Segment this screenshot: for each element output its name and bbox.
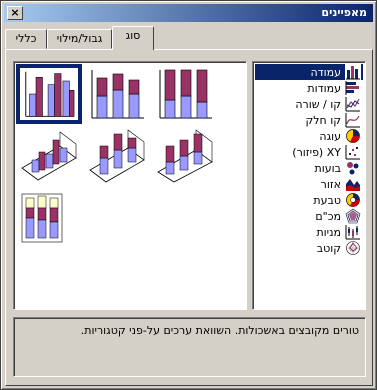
list-item-smooth-line[interactable]: קו חלק: [255, 112, 363, 128]
subtype-clustered-column[interactable]: [16, 64, 82, 124]
list-item-label: קו / שורה: [295, 97, 341, 111]
subtype-stacked-column[interactable]: [86, 66, 148, 122]
list-item-label: קוטב: [316, 241, 341, 255]
list-item-bar[interactable]: עמודות: [255, 80, 363, 96]
list-item-radar[interactable]: מכ"ם: [255, 208, 363, 224]
subtype-clustered-column-3d[interactable]: [18, 128, 80, 184]
list-item-label: עוגה: [319, 129, 341, 143]
polar-chart-icon: [346, 241, 360, 255]
title-bar: מאפיינים ×: [4, 4, 373, 22]
tab-type[interactable]: סוג: [112, 26, 154, 50]
area-chart-icon: [346, 179, 360, 191]
list-item-label: אזור: [320, 177, 341, 191]
chart-type-description: טורים מקובצים באשכולות. השוואת ערכים על-…: [13, 317, 366, 377]
chart-type-list: עמודה עמודות קו / שורה קו חלק עוגה XY (פ…: [252, 61, 366, 310]
list-item-label: טבעת: [313, 193, 341, 207]
properties-dialog: מאפיינים × כללי גבול/מילוי סוג עמודה עמו…: [0, 0, 377, 390]
list-item-bubble[interactable]: בועות: [255, 160, 363, 176]
doughnut-chart-icon: [346, 193, 360, 207]
subtype-percent-stacked-column[interactable]: [154, 66, 216, 122]
stock-chart-icon: [345, 225, 360, 240]
subtype-percent-stacked-column-3d[interactable]: [154, 128, 216, 184]
subtype-column-3d[interactable]: [18, 190, 80, 246]
column-chart-icon: [345, 64, 361, 80]
list-item-label: עמודה: [310, 65, 341, 79]
radar-chart-icon: [345, 208, 361, 224]
description-text: טורים מקובצים באשכולות. השוואת ערכים על-…: [80, 324, 359, 337]
list-item-column[interactable]: עמודה: [255, 64, 363, 80]
dialog-title: מאפיינים: [321, 6, 367, 19]
list-item-polar[interactable]: קוטב: [255, 240, 363, 256]
smooth-line-chart-icon: [345, 113, 360, 128]
list-item-label: קו חלק: [305, 113, 341, 127]
pie-chart-icon: [346, 129, 360, 143]
list-item-doughnut[interactable]: טבעת: [255, 192, 363, 208]
list-item-stock[interactable]: מניות: [255, 224, 363, 240]
list-item-label: בועות: [314, 161, 341, 175]
close-button[interactable]: ×: [7, 6, 23, 20]
list-item-label: עמודות: [307, 81, 341, 95]
subtype-stacked-column-3d[interactable]: [86, 128, 148, 184]
list-item-label: מכ"ם: [315, 209, 341, 223]
list-item-pie[interactable]: עוגה: [255, 128, 363, 144]
scatter-chart-icon: [345, 145, 360, 160]
line-chart-icon: [345, 97, 360, 112]
list-item-line[interactable]: קו / שורה: [255, 96, 363, 112]
list-item-area[interactable]: אזור: [255, 176, 363, 192]
chart-subtype-gallery: [13, 61, 247, 310]
list-item-label: מניות: [316, 225, 341, 239]
bar-chart-icon: [345, 81, 359, 95]
list-item-scatter[interactable]: XY (פיזור): [255, 144, 363, 160]
tab-border-fill[interactable]: גבול/מילוי: [47, 29, 112, 49]
list-item-label: XY (פיזור): [292, 145, 341, 159]
bubble-chart-icon: [347, 162, 359, 175]
tab-general[interactable]: כללי: [5, 29, 47, 49]
